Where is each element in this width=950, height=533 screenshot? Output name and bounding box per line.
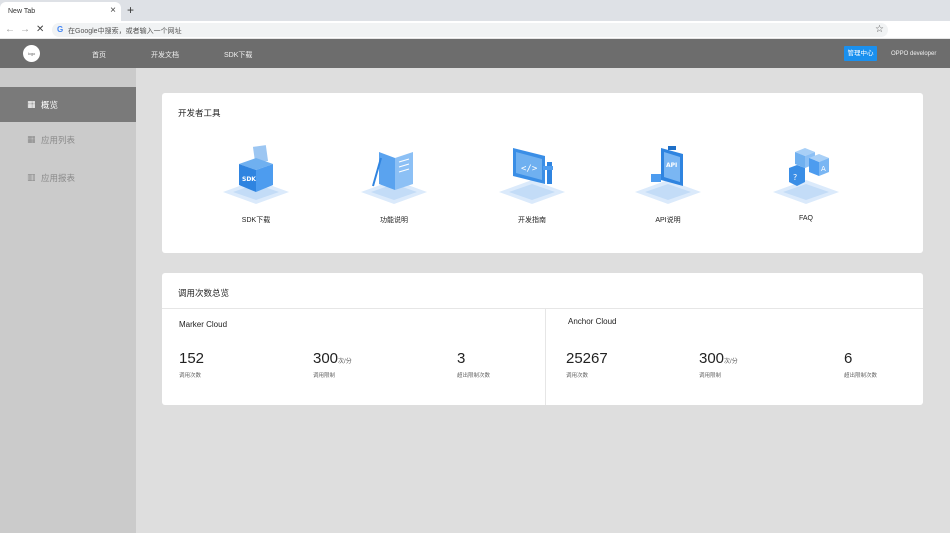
- svg-text:SDK: SDK: [242, 176, 256, 183]
- api-clipboard-icon: API: [635, 146, 701, 204]
- tab-title: New Tab: [8, 8, 36, 15]
- browser-tab[interactable]: New Tab ×: [0, 2, 121, 21]
- bookmark-star-icon[interactable]: ☆: [875, 24, 884, 36]
- sidebar-item-app-list[interactable]: ▦ 应用列表: [0, 122, 136, 157]
- tool-label: SDK下载: [241, 217, 271, 224]
- stat-value: 300: [313, 350, 339, 367]
- svg-text:</>: </>: [521, 164, 538, 174]
- logo[interactable]: logo: [23, 45, 40, 62]
- stat-unit: 次/分: [338, 359, 352, 365]
- svg-text:A: A: [821, 165, 826, 173]
- stat-label: 调用限制: [699, 373, 722, 379]
- admin-center-button[interactable]: 管理中心: [844, 46, 877, 61]
- stat-label: 超出限制次数: [457, 373, 491, 379]
- address-input[interactable]: G 在Google中搜索，或者输入一个网址 ☆: [52, 23, 888, 37]
- sdk-box-icon: SDK: [223, 145, 289, 204]
- tool-api-description[interactable]: API API说明: [628, 138, 708, 230]
- developer-account-label[interactable]: OPPO developer: [891, 51, 936, 57]
- tool-label: FAQ: [798, 215, 813, 222]
- svg-text:API: API: [666, 162, 677, 169]
- tool-label: 开发指南: [518, 217, 546, 224]
- stat-label: 调用限制: [313, 373, 336, 379]
- divider: [162, 308, 923, 309]
- tool-feature-description[interactable]: 功能说明: [354, 138, 434, 230]
- book-icon: [361, 152, 427, 204]
- sidebar: ▦ 概览 ▦ 应用列表 ▥ 应用报表: [0, 68, 136, 533]
- stat-value: 25267: [566, 350, 608, 367]
- stat-value: 6: [844, 350, 853, 367]
- divider: [545, 309, 546, 405]
- stat-call-count: 25267 调用次数: [566, 350, 608, 380]
- developer-tools-card: 开发者工具 SDK SDK下载 功能说明 </> 开发指南 API API说明 …: [162, 93, 923, 253]
- tool-faq[interactable]: ? A FAQ: [766, 138, 846, 230]
- svg-text:?: ?: [793, 173, 797, 182]
- bar-chart-icon: ▥: [27, 172, 36, 182]
- tool-sdk-download[interactable]: SDK SDK下载: [216, 138, 296, 230]
- grid-icon: ▦: [27, 99, 36, 109]
- stat-value: 152: [179, 350, 205, 367]
- stat-value: 3: [457, 350, 466, 367]
- browser-tab-bar: New Tab × +: [0, 0, 950, 21]
- tool-dev-guide[interactable]: </> 开发指南: [492, 138, 572, 230]
- stat-unit: 次/分: [724, 359, 738, 365]
- stat-over-limit: 3 超出限制次数: [457, 350, 491, 380]
- sidebar-item-app-report[interactable]: ▥ 应用报表: [0, 160, 136, 195]
- back-icon[interactable]: ←: [5, 24, 15, 35]
- grid-icon: ▦: [27, 134, 36, 144]
- stat-label: 超出限制次数: [844, 373, 878, 379]
- stat-value: 300: [699, 350, 725, 367]
- forward-icon[interactable]: →: [20, 24, 30, 35]
- tool-label: API说明: [655, 217, 681, 224]
- nav-sdk-download[interactable]: SDK下载: [224, 50, 252, 60]
- stat-call-limit: 300次/分 调用限制: [699, 350, 738, 380]
- new-tab-button[interactable]: +: [127, 4, 134, 16]
- panel-title-anchor-cloud: Anchor Cloud: [568, 317, 617, 326]
- faq-cubes-icon: ? A: [773, 148, 839, 204]
- usage-overview-card: 调用次数总览 Marker Cloud 152 调用次数 300次/分 调用限制…: [162, 273, 923, 405]
- stat-label: 调用次数: [566, 373, 589, 379]
- code-screen-icon: </>: [499, 148, 565, 204]
- app-header: logo 首页 开发文档 SDK下载 管理中心 OPPO developer: [0, 39, 950, 68]
- sidebar-item-label: 概览: [41, 100, 59, 110]
- stat-over-limit: 6 超出限制次数: [844, 350, 878, 380]
- card-title: 调用次数总览: [178, 288, 230, 298]
- close-tab-icon[interactable]: ×: [110, 6, 116, 16]
- stat-label: 调用次数: [179, 373, 202, 379]
- sidebar-item-overview[interactable]: ▦ 概览: [0, 87, 136, 122]
- nav-docs[interactable]: 开发文档: [151, 50, 179, 60]
- panel-title-marker-cloud: Marker Cloud: [179, 320, 228, 329]
- stat-call-count: 152 调用次数: [179, 350, 205, 380]
- browser-toolbar: ← → ✕ G 在Google中搜索，或者输入一个网址 ☆: [0, 21, 950, 39]
- stop-loading-icon[interactable]: ✕: [36, 24, 44, 35]
- sidebar-item-label: 应用列表: [41, 135, 76, 145]
- tool-label: 功能说明: [380, 217, 408, 224]
- google-icon: G: [57, 25, 64, 34]
- address-placeholder: 在Google中搜索，或者输入一个网址: [68, 28, 182, 35]
- sidebar-item-label: 应用报表: [41, 173, 76, 183]
- card-title: 开发者工具: [178, 108, 221, 118]
- nav-home[interactable]: 首页: [92, 50, 106, 60]
- stat-call-limit: 300次/分 调用限制: [313, 350, 352, 380]
